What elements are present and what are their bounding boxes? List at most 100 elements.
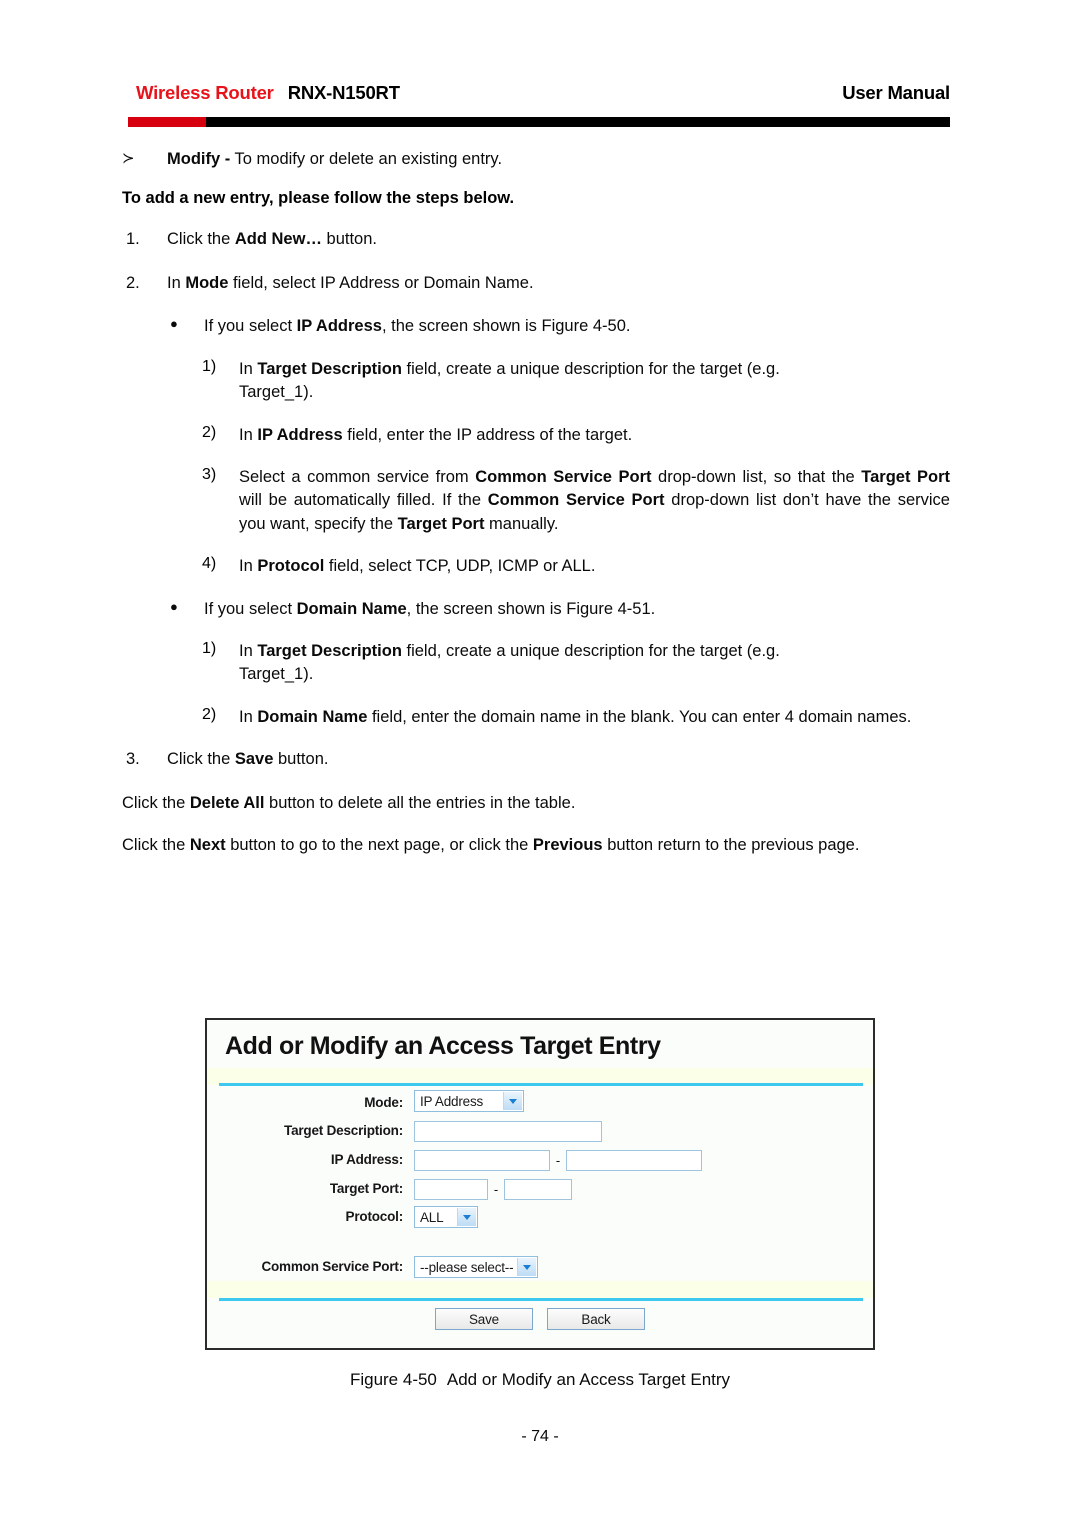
ip-substep-1-text: In Target Description field, create a un…	[239, 358, 950, 381]
dn-substep-1-text-cont: Target_1).	[239, 665, 314, 684]
access-target-form: Mode: IP Address Target Description: IP …	[207, 1090, 873, 1284]
common-service-port-ref-2: Common Service Port	[487, 491, 665, 510]
ip-address-end-input[interactable]	[566, 1150, 702, 1171]
ip-address-start-input[interactable]	[414, 1150, 550, 1171]
protocol-control: ALL	[414, 1206, 478, 1228]
mode-select[interactable]: IP Address	[414, 1090, 524, 1112]
modify-bullet: ≻ Modify - To modify or delete an existi…	[122, 148, 950, 171]
step-3-text: Click the Save button.	[167, 750, 328, 768]
target-description-control	[414, 1121, 602, 1142]
panel-bottom-strip	[207, 1281, 873, 1298]
header-divider-rule	[128, 117, 950, 127]
header-rule-black-segment	[206, 117, 950, 127]
arrow-bullet-icon: ≻	[122, 150, 135, 167]
page-number: - 74 -	[521, 1428, 559, 1445]
step-1-text: Click the Add New… button.	[167, 230, 377, 248]
ip-substep-4-text: In Protocol field, select TCP, UDP, ICMP…	[239, 555, 950, 578]
dn-substep-1-marker: 1)	[202, 640, 217, 658]
step-2: 2. In Mode field, select IP Address or D…	[122, 272, 950, 295]
round-bullet-icon-2: ●	[170, 598, 178, 614]
steps-heading: To add a new entry, please follow the st…	[122, 189, 515, 208]
target-port-end-input[interactable]	[504, 1179, 572, 1200]
ip-substep-4: 4) In Protocol field, select TCP, UDP, I…	[122, 555, 950, 578]
target-description-input[interactable]	[414, 1121, 602, 1142]
add-new-button-label: Add New…	[234, 230, 322, 249]
ip-substep-3-text: Select a common service from Common Serv…	[239, 466, 950, 536]
manual-page: Wireless Router RNX-N150RT User Manual ≻ …	[0, 0, 1080, 1527]
header-rule-red-segment	[128, 117, 206, 127]
back-button[interactable]: Back	[547, 1308, 645, 1330]
target-port-start-input[interactable]	[414, 1179, 488, 1200]
dn-bullet-text-c: , the screen shown is Figure 4-51.	[406, 599, 656, 618]
ip-address-option-label: IP Address	[296, 317, 382, 336]
step-2-text-a: In	[167, 273, 186, 292]
common-service-port-select[interactable]: --please select--	[414, 1256, 538, 1278]
form-row-target-description: Target Description:	[207, 1118, 873, 1147]
dn-bullet-text-a: If you select	[204, 599, 297, 618]
dn-substep-2: 2) In Domain Name field, enter the domai…	[122, 706, 950, 729]
target-port-label: Target Port:	[329, 1181, 403, 1196]
chevron-down-icon-service-port[interactable]	[517, 1258, 536, 1276]
save-button[interactable]: Save	[435, 1308, 533, 1330]
figure-number: Figure 4-50	[349, 1370, 437, 1389]
step-1-marker: 1.	[126, 230, 140, 249]
modify-bullet-text: Modify - To modify or delete an existing…	[167, 150, 502, 168]
common-service-port-label: Common Service Port:	[261, 1259, 403, 1274]
mode-select-value: IP Address	[420, 1093, 484, 1109]
form-row-mode: Mode: IP Address	[207, 1090, 873, 1118]
step-3: 3. Click the Save button.	[122, 748, 950, 771]
ip-substep-2: 2) In IP Address field, enter the IP add…	[122, 424, 950, 447]
mode-label: Mode:	[364, 1095, 403, 1110]
ip-substep-3-e: will be automatically filled. If the	[239, 491, 488, 510]
ip-substep-4-marker: 4)	[202, 555, 217, 573]
delete-all-c: button to delete all the entries in the …	[264, 793, 576, 812]
header-left-title: Wireless Router RNX-N150RT	[136, 82, 400, 104]
ip-address-bullet-text: If you select IP Address, the screen sho…	[204, 317, 630, 335]
delete-all-button-ref: Delete All	[189, 793, 265, 812]
ip-substep-1-marker: 1)	[202, 357, 217, 375]
dn-substep-1-c: field, create a unique description for t…	[401, 642, 780, 661]
ip-substep-3-i: manually.	[484, 514, 559, 533]
ip-substep-2-marker: 2)	[202, 423, 217, 441]
next-button-ref: Next	[189, 836, 226, 855]
target-port-ref-2: Target Port	[397, 514, 485, 533]
target-port-ref-1: Target Port	[861, 467, 950, 486]
target-port-range-separator: -	[493, 1182, 499, 1197]
dn-substep-2-c: field, enter the domain name in the blan…	[367, 707, 912, 726]
header-brand: Wireless Router	[136, 82, 274, 103]
panel-bottom-divider	[219, 1298, 863, 1301]
ip-address-label: IP Address:	[330, 1152, 403, 1167]
domain-name-bullet-text: If you select Domain Name, the screen sh…	[204, 600, 655, 618]
figure-screenshot-4-50: Add or Modify an Access Target Entry Mod…	[205, 1018, 875, 1350]
header-document-type: User Manual	[842, 82, 950, 103]
step-3-c: button.	[273, 750, 329, 769]
form-row-protocol: Protocol: ALL	[207, 1204, 873, 1232]
protocol-select[interactable]: ALL	[414, 1206, 478, 1228]
ip-substep-1-c: field, create a unique description for t…	[401, 359, 780, 378]
form-row-common-service-port: Common Service Port: --please select--	[207, 1254, 873, 1284]
modify-rest-text: To modify or delete an existing entry.	[230, 150, 503, 168]
dn-substep-2-marker: 2)	[202, 705, 217, 723]
mode-field-label: Mode	[185, 273, 229, 292]
mode-control: IP Address	[414, 1090, 524, 1112]
target-port-control: -	[414, 1179, 572, 1200]
chevron-down-icon-protocol[interactable]	[457, 1208, 476, 1226]
next-previous-paragraph: Click the Next button to go to the next …	[122, 834, 950, 857]
dn-substep-2-a: In	[239, 707, 258, 726]
ip-address-bullet: ● If you select IP Address, the screen s…	[122, 315, 950, 338]
step-1: 1. Click the Add New… button.	[122, 228, 950, 251]
step-1-text-c: button.	[321, 230, 377, 249]
protocol-label: Protocol:	[345, 1209, 404, 1224]
page-content: ≻ Modify - To modify or delete an existi…	[122, 148, 950, 877]
ip-address-field-ref: IP Address	[257, 425, 343, 444]
nav-c: button to go to the next page, or click …	[225, 836, 533, 855]
figure-caption: Figure 4-50 Add or Modify an Access Targe…	[0, 1370, 1080, 1390]
panel-top-divider	[219, 1083, 863, 1086]
ip-substep-1: 1) In Target Description field, create a…	[122, 358, 950, 405]
ip-substep-1-a: In	[239, 359, 258, 378]
modify-bold-label: Modify -	[167, 150, 231, 168]
chevron-down-icon[interactable]	[503, 1092, 522, 1110]
target-description-label-ref-2: Target Description	[257, 642, 402, 661]
header-model: RNX-N150RT	[287, 82, 400, 103]
common-service-port-ref-1: Common Service Port	[475, 467, 652, 486]
